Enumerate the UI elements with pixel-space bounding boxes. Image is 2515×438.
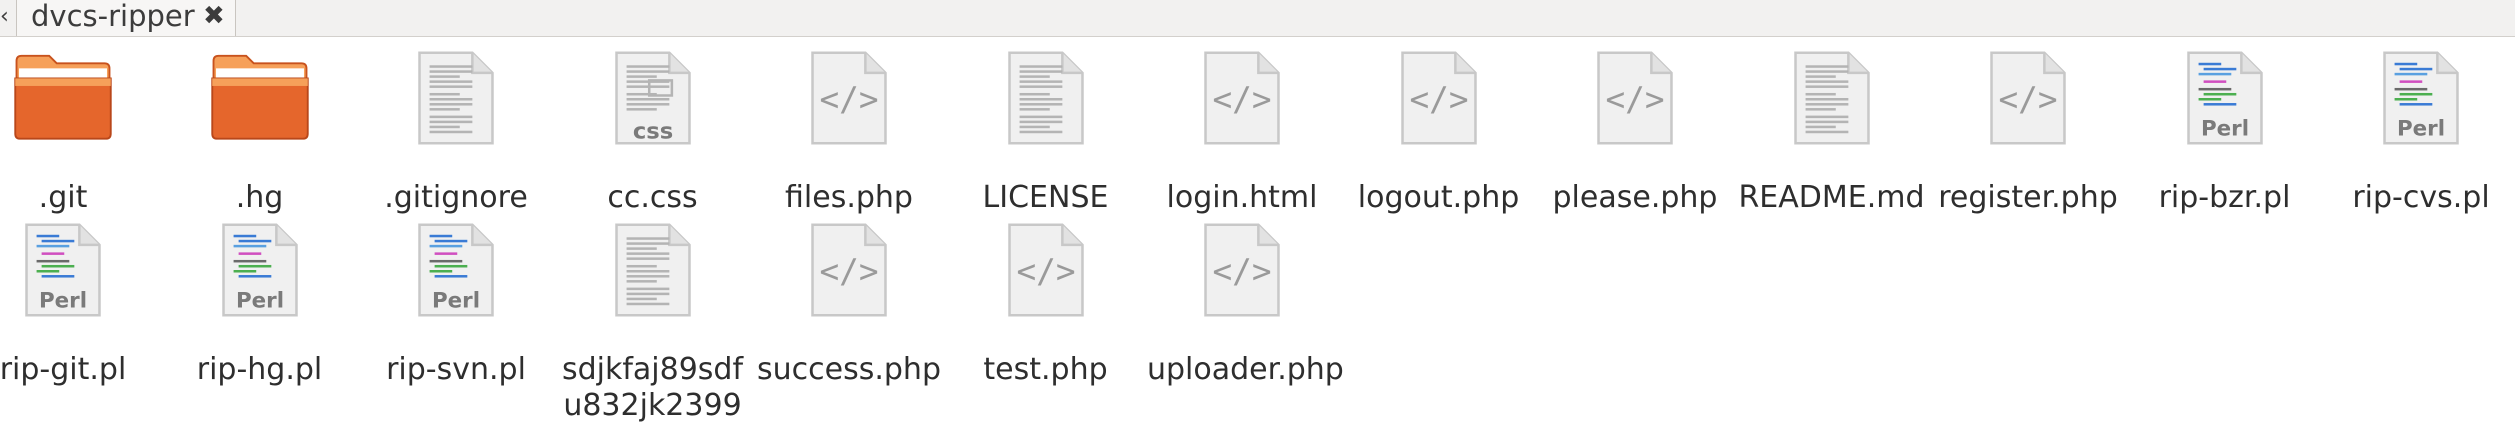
svg-text:</>: </> (1409, 81, 1468, 119)
svg-text:</>: </> (1605, 81, 1664, 119)
file-item[interactable]: Perl rip-bzr.pl (2130, 40, 2320, 215)
svg-text:Perl: Perl (2200, 117, 2248, 142)
perl-file-icon: Perl (165, 222, 355, 340)
file-name-label: rip-cvs.pl (2352, 180, 2490, 215)
file-name-label: success.php (757, 352, 941, 387)
code-file-icon: </> (1344, 50, 1534, 168)
file-item[interactable]: Perl rip-svn.pl (361, 212, 551, 387)
file-item[interactable]: </> please.php (1540, 40, 1730, 215)
text-file-icon (951, 50, 1141, 168)
file-grid: .git .hg .gitignore css cc.css </> files… (0, 40, 2515, 438)
file-item[interactable]: .git (0, 40, 158, 215)
css-file-icon: css (558, 50, 748, 168)
file-item[interactable]: </> uploader.php (1147, 212, 1344, 387)
file-name-label: logout.php (1357, 180, 1520, 215)
file-item[interactable]: </> test.php (951, 212, 1141, 387)
tab-dvcs-ripper[interactable]: dvcs-ripper ✖ (16, 0, 236, 36)
folder-icon (0, 50, 158, 168)
file-item[interactable]: </> register.php (1933, 40, 2123, 215)
file-name-label: files.php (785, 180, 913, 215)
file-name-label: README.md (1738, 180, 1925, 215)
svg-text:</>: </> (1212, 81, 1271, 119)
file-name-line: sdjkfaj89sdf (561, 352, 744, 387)
file-name-label: register.php (1938, 180, 2118, 215)
text-file-icon (1737, 50, 1927, 168)
file-item[interactable]: </> success.php (754, 212, 944, 387)
file-item[interactable]: </> login.html (1147, 40, 1337, 215)
svg-text:Perl: Perl (235, 289, 283, 314)
file-name-label: .hg (235, 180, 284, 215)
file-name-label: rip-hg.pl (196, 352, 323, 387)
file-name-label: uploader.php (1147, 352, 1344, 387)
file-item[interactable]: Perl rip-hg.pl (165, 212, 355, 387)
tab-scroll-left-icon[interactable]: ‹ (0, 4, 12, 30)
file-item[interactable]: README.md (1737, 40, 1927, 215)
file-item[interactable]: </> files.php (754, 40, 944, 215)
perl-file-icon: Perl (0, 222, 158, 340)
svg-text:Perl: Perl (39, 289, 87, 314)
svg-text:</>: </> (1212, 253, 1271, 291)
file-item[interactable]: Perl rip-git.pl (0, 212, 158, 387)
perl-file-icon: Perl (361, 222, 551, 340)
code-file-icon: </> (754, 50, 944, 168)
tab-bar: ‹ dvcs-ripper ✖ (0, 0, 2515, 37)
file-name-label: login.html (1166, 180, 1318, 215)
svg-text:</>: </> (1016, 253, 1075, 291)
file-name-label: test.php (983, 352, 1108, 387)
file-name-label: rip-svn.pl (386, 352, 526, 387)
code-file-icon: </> (1933, 50, 2123, 168)
svg-text:Perl: Perl (2397, 117, 2445, 142)
code-file-icon: </> (1147, 222, 1337, 340)
file-item[interactable]: LICENSE (951, 40, 1141, 215)
file-item[interactable]: css cc.css (558, 40, 748, 215)
text-file-icon (361, 50, 551, 168)
code-file-icon: </> (1147, 50, 1337, 168)
text-file-icon (558, 222, 748, 340)
file-name-label: sdjkfaj89sdf u832jk2399 (558, 352, 748, 424)
file-name-label: please.php (1552, 180, 1718, 215)
file-name-label: rip-bzr.pl (2158, 180, 2291, 215)
folder-icon (165, 50, 355, 168)
file-name-label: .git (38, 180, 88, 215)
perl-file-icon: Perl (2326, 50, 2515, 168)
svg-text:</>: </> (1998, 81, 2057, 119)
svg-text:css: css (632, 118, 672, 144)
file-name-label: LICENSE (982, 180, 1109, 215)
tab-label: dvcs-ripper (31, 0, 195, 33)
file-name-label: cc.css (607, 180, 698, 215)
file-item[interactable]: </> logout.php (1344, 40, 1534, 215)
file-item[interactable]: .hg (165, 40, 355, 215)
code-file-icon: </> (951, 222, 1141, 340)
file-name-label: rip-git.pl (0, 352, 127, 387)
svg-text:</>: </> (819, 81, 878, 119)
file-name-line: u832jk2399 (563, 388, 742, 423)
svg-text:Perl: Perl (432, 289, 480, 314)
svg-text:</>: </> (819, 253, 878, 291)
perl-file-icon: Perl (2130, 50, 2320, 168)
code-file-icon: </> (754, 222, 944, 340)
close-icon[interactable]: ✖ (203, 2, 225, 30)
file-item[interactable]: .gitignore (361, 40, 551, 215)
file-item[interactable]: sdjkfaj89sdf u832jk2399 (558, 212, 748, 423)
file-name-label: .gitignore (384, 180, 528, 215)
code-file-icon: </> (1540, 50, 1730, 168)
file-item[interactable]: Perl rip-cvs.pl (2326, 40, 2515, 215)
